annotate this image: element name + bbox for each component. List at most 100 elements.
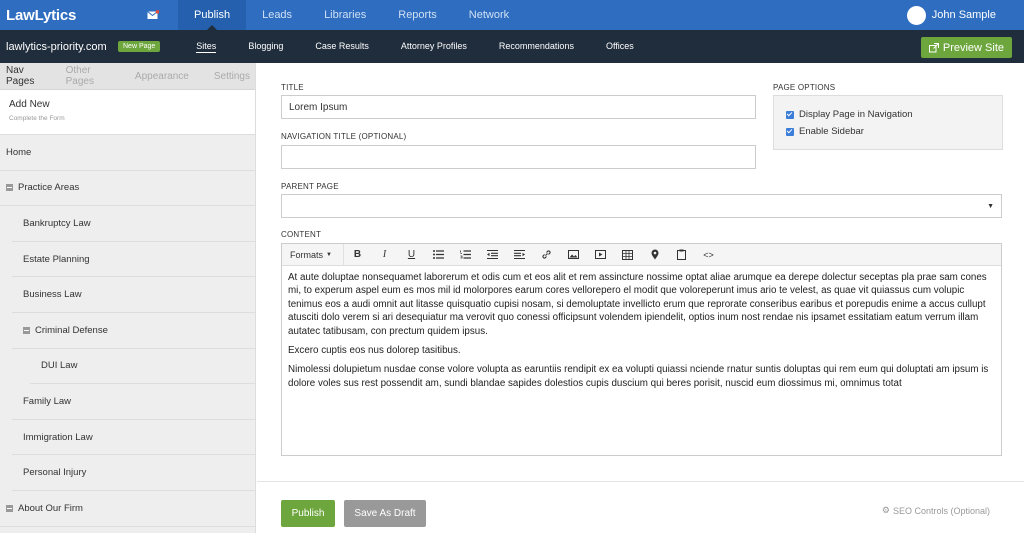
new-page-badge: New Page [118,41,161,52]
caret-down-icon: ▼ [326,251,332,258]
sidebar-item-label: Family Law [23,395,72,407]
user-name: John Sample [931,9,996,21]
nav-title-input[interactable] [281,145,756,169]
title-label: TITLE [281,83,304,92]
page-options-panel: Display Page in Navigation Enable Sideba… [773,95,1003,150]
subnav-recommendations[interactable]: Recommendations [483,30,590,63]
sidebar-item-label: Bankruptcy Law [23,217,91,229]
table-icon[interactable] [614,244,641,266]
parent-page-select[interactable]: ▼ [281,194,1002,218]
nav-libraries[interactable]: Libraries [308,0,382,30]
sidebar-item-immigration-law[interactable]: Immigration Law [12,420,255,456]
enable-sidebar-label: Enable Sidebar [799,126,864,137]
seo-controls-label: SEO Controls (Optional) [892,505,990,516]
nav-title-label: NAVIGATION TITLE (OPTIONAL) [281,132,407,141]
gear-icon: ⚙ [881,505,890,515]
seo-controls-link[interactable]: ⚙ SEO Controls (Optional) [882,505,990,516]
user-menu[interactable]: John Sample [906,0,996,30]
italic-icon[interactable]: I [371,244,398,266]
display-nav-option[interactable]: Display Page in Navigation [786,106,990,123]
nav-leads[interactable]: Leads [246,0,308,30]
sidebar-item-bankruptcy-law[interactable]: Bankruptcy Law [12,206,255,242]
title-input[interactable]: Lorem Ipsum [281,95,756,119]
page-form: TITLE Lorem Ipsum NAVIGATION TITLE (OPTI… [257,63,1024,533]
content-editor: Formats ▼ B I U <> At aute doluptae nonse… [281,243,1002,456]
sidebar-item-home[interactable]: Home [0,135,255,171]
subnav-offices[interactable]: Offices [590,30,650,63]
display-nav-checkbox[interactable] [786,110,794,119]
indent-icon[interactable] [506,244,533,266]
sidebar-item-business-law[interactable]: Business Law [12,277,255,313]
bullet-list-icon[interactable] [425,244,452,266]
sidebar-item-criminal-defense[interactable]: Criminal Defense [12,313,255,349]
code-icon[interactable]: <> [695,244,722,266]
collapse-icon[interactable] [6,504,13,512]
mail-icon[interactable] [128,10,178,20]
add-new-title: Add New [9,99,50,110]
nav-reports[interactable]: Reports [382,0,453,30]
sidebar-item-label: DUI Law [41,360,78,372]
tab-other-pages[interactable]: Other Pages [57,65,123,87]
sidebar-item-family-law[interactable]: Family Law [12,384,255,420]
sidebar-item-label: Home [6,146,32,158]
avatar [906,5,926,25]
sidebar-item-label: Criminal Defense [35,324,108,336]
sidebar-item-label: Personal Injury [23,467,87,479]
enable-sidebar-checkbox[interactable] [786,127,794,136]
sidebar-tabs: Nav Pages Other Pages Appearance Setting… [0,63,255,90]
subnav-blogging[interactable]: Blogging [232,30,299,63]
external-link-icon [928,42,939,52]
sidebar-item-label: Business Law [23,289,82,301]
sidebar-item-dui-law[interactable]: DUI Law [30,349,255,385]
editor-content[interactable]: At aute doluptae nonsequamet laborerum e… [282,266,1001,456]
logo[interactable]: LawLytics [0,7,128,24]
subnav-sites[interactable]: Sites [180,30,232,63]
numbered-list-icon[interactable] [452,244,479,266]
site-nav-bar: lawlytics-priority.com New Page Sites Bl… [0,30,1024,63]
chevron-down-icon: ▼ [987,202,994,210]
sidebar-item-about-our-firm[interactable]: About Our Firm [0,491,255,527]
content-paragraph: Nimolessi dolupietum nusdae conse volore… [288,364,989,389]
sidebar: Nav Pages Other Pages Appearance Setting… [0,63,256,533]
tab-settings[interactable]: Settings [194,71,255,82]
preview-site-label: Preview Site [942,41,1004,54]
formats-label: Formats [290,249,324,260]
save-as-draft-button[interactable]: Save As Draft [344,500,426,527]
underline-icon[interactable]: U [398,244,425,266]
publish-button[interactable]: Publish [281,500,335,527]
collapse-icon[interactable] [6,184,13,192]
page-options-heading: PAGE OPTIONS [773,83,836,92]
form-actions: Publish Save As Draft ⚙ SEO Controls (Op… [257,481,1024,533]
subnav-attorney-profiles[interactable]: Attorney Profiles [385,30,483,63]
sidebar-item-personal-injury[interactable]: Personal Injury [12,455,255,491]
tab-appearance[interactable]: Appearance [123,71,194,82]
formats-dropdown[interactable]: Formats ▼ [282,243,344,266]
sidebar-item-practice-areas[interactable]: Practice Areas [0,171,255,207]
collapse-icon[interactable] [23,326,30,334]
video-icon[interactable] [587,244,614,266]
nav-network[interactable]: Network [453,0,525,30]
sidebar-item-label: About Our Firm [18,502,83,514]
tab-nav-pages[interactable]: Nav Pages [0,65,57,87]
sidebar-item-estate-planning[interactable]: Estate Planning [12,242,255,278]
content-paragraph: Excero cuptis eos nus dolorep tasitibus. [288,345,461,357]
site-name[interactable]: lawlytics-priority.com [0,41,118,53]
nav-publish[interactable]: Publish [178,0,247,30]
sidebar-item-label: Estate Planning [23,253,90,265]
add-new-item[interactable]: Add New Complete the Form [0,90,255,135]
preview-site-button[interactable]: Preview Site [920,37,1012,58]
map-marker-icon[interactable] [641,244,668,266]
editor-toolbar: Formats ▼ B I U <> [282,243,1001,266]
link-icon[interactable] [533,244,560,266]
display-nav-label: Display Page in Navigation [799,109,913,120]
paste-icon[interactable] [668,244,695,266]
enable-sidebar-option[interactable]: Enable Sidebar [786,123,990,140]
add-new-subtitle: Complete the Form [9,115,65,122]
subnav-case-results[interactable]: Case Results [299,30,385,63]
image-icon[interactable] [560,244,587,266]
content-label: CONTENT [281,230,322,239]
outdent-icon[interactable] [479,244,506,266]
sidebar-item-label: Practice Areas [18,182,80,194]
bold-icon[interactable]: B [344,244,371,266]
content-paragraph: At aute doluptae nonsequamet laborerum e… [288,272,987,337]
